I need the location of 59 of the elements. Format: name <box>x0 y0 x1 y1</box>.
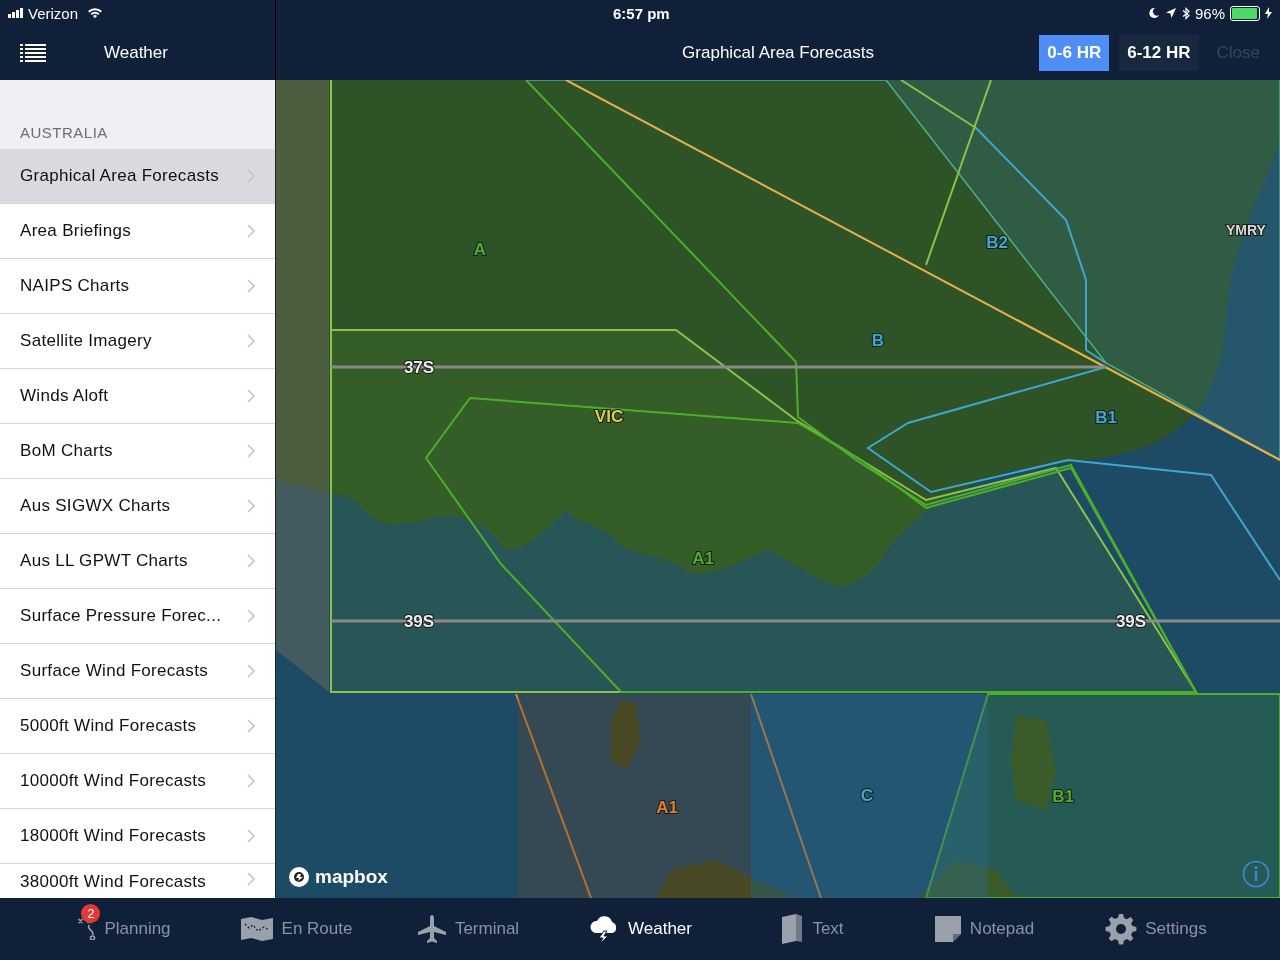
chevron-icon <box>247 609 255 623</box>
tab-bar-item[interactable]: En Route <box>210 898 382 960</box>
list-icon[interactable] <box>20 44 46 62</box>
map-label: B <box>871 331 885 350</box>
time-range-button[interactable]: 6-12 HR <box>1119 35 1199 71</box>
battery-percent: 96% <box>1194 4 1225 22</box>
chevron-icon <box>247 224 255 238</box>
chevron-icon <box>247 334 255 348</box>
moon-icon <box>1147 7 1160 19</box>
tab-bar-item[interactable]: Weather <box>554 898 726 960</box>
tab-bar-item[interactable]: Terminal <box>382 898 554 960</box>
location-arrow-icon <box>1164 7 1177 19</box>
battery-icon <box>1230 5 1260 21</box>
status-time: 6:57 pm <box>613 4 670 22</box>
map-label: 37S <box>403 358 435 377</box>
airplane-icon <box>416 914 447 944</box>
chevron-icon <box>247 389 255 403</box>
map-label: B1 <box>1095 408 1117 427</box>
notification-badge: 2 <box>81 904 101 923</box>
book-icon <box>780 913 805 945</box>
tab-bar-item[interactable]: Settings <box>1070 898 1242 960</box>
map-label: 39S <box>1115 612 1147 631</box>
chevron-icon <box>247 279 255 293</box>
route-icon <box>77 918 97 940</box>
sidebar-item[interactable]: Graphical Area Forecasts <box>0 149 275 204</box>
chevron-icon <box>247 554 255 568</box>
carrier-name: Verizon <box>28 4 79 22</box>
settings-icon <box>1105 913 1138 945</box>
chevron-icon <box>247 444 255 458</box>
section-header: AUSTRALIA <box>0 80 275 149</box>
attribution-text: mapbox <box>315 866 388 888</box>
chevron-icon <box>247 774 255 788</box>
chevron-icon <box>247 829 255 843</box>
map-label: A1 <box>692 549 714 568</box>
mapbox-logo-icon <box>288 866 310 888</box>
chevron-icon <box>247 664 255 678</box>
charging-bolt-icon <box>1265 7 1272 19</box>
signal-icon <box>8 8 23 18</box>
chevron-icon <box>247 499 255 513</box>
tab-bar-item[interactable]: Notepad <box>898 898 1070 960</box>
chevron-icon <box>247 719 255 733</box>
wifi-icon <box>87 7 104 19</box>
bluetooth-icon <box>1181 6 1190 20</box>
map-label: B2 <box>986 233 1008 252</box>
map-label: B1 <box>1052 787 1074 806</box>
sidebar-title: Weather <box>104 43 168 63</box>
map-view[interactable]: A B2 B VIC B1 A1 A1 C B1 37S 39S 39S YMRY mapbox <box>276 80 1280 898</box>
note-icon <box>933 915 962 943</box>
page-title: Graphical Area Forecasts <box>682 43 874 63</box>
map-icon <box>239 916 274 942</box>
map-label: YMRY <box>1226 222 1266 238</box>
tab-bar-item[interactable]: 2 Planning <box>38 898 210 960</box>
map-label: C <box>860 786 874 805</box>
map-label: 39S <box>403 612 435 631</box>
chevron-icon <box>247 872 255 886</box>
map-label: A1 <box>656 798 678 817</box>
map-label: A <box>473 240 487 259</box>
tab-bar-item[interactable]: Text <box>726 898 898 960</box>
map-label: VIC <box>594 407 624 426</box>
